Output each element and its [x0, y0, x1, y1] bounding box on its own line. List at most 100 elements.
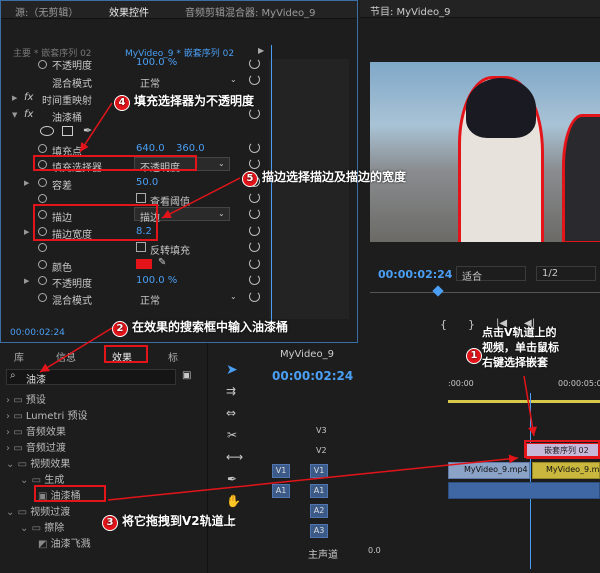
mark-in-icon[interactable]: { — [440, 318, 447, 331]
a3-target-button[interactable]: A3 — [310, 524, 328, 538]
a1-source-button[interactable]: A1 — [272, 484, 290, 498]
program-playhead[interactable] — [432, 285, 444, 297]
rect-mask-icon[interactable] — [62, 126, 73, 136]
expand-icon[interactable]: ▶ — [12, 94, 17, 102]
tab-markers[interactable]: 标 — [168, 349, 178, 364]
ratio-value: 1/2 — [542, 268, 559, 279]
new-bin-icon[interactable]: ▣ — [182, 370, 191, 381]
highlight-box-stroke — [33, 204, 158, 241]
v1-target-button[interactable]: V1 — [310, 464, 328, 478]
stopwatch-icon[interactable] — [38, 178, 47, 187]
ripple-edit-icon[interactable]: ⇔ — [226, 406, 236, 420]
prop-value[interactable]: 100.0 % — [136, 57, 177, 68]
chevron-down-icon[interactable]: ⌄ — [218, 159, 225, 168]
fill-y-value[interactable]: 360.0 — [176, 143, 205, 154]
collapse-icon[interactable]: ▼ — [12, 111, 17, 119]
master-track-value[interactable]: 0.0 — [368, 546, 381, 555]
track-label: V3 — [316, 426, 327, 435]
reset-icon[interactable] — [249, 74, 260, 85]
ruler-start: :00:00 — [448, 379, 474, 388]
color-swatch[interactable] — [136, 259, 152, 269]
reset-icon[interactable] — [249, 274, 260, 285]
tab-audio-mixer[interactable]: 音频剪辑混合器: MyVideo_9 — [185, 4, 315, 19]
program-scrubber[interactable] — [370, 292, 600, 293]
effects-search-input[interactable]: 油漆 — [26, 371, 46, 386]
stopwatch-icon[interactable] — [38, 293, 47, 302]
timeline-playhead[interactable] — [530, 393, 531, 569]
tab-program[interactable]: 节目: MyVideo_9 — [370, 3, 450, 18]
tree-item[interactable]: ⌄ ▭ 生成 — [20, 471, 64, 486]
chevron-down-icon[interactable]: ⌄ — [230, 292, 237, 301]
prop-value[interactable]: 50.0 — [136, 177, 158, 188]
expand-icon[interactable]: ▶ — [24, 277, 29, 285]
tree-item[interactable]: ◩ 油漆飞溅 — [38, 535, 91, 550]
transition-icon: ◩ — [38, 539, 48, 550]
a2-target-button[interactable]: A2 — [310, 504, 328, 518]
stopwatch-icon[interactable] — [38, 243, 47, 252]
video-frame — [370, 62, 600, 242]
tree-item[interactable]: ⌄ ▭ 擦除 — [20, 519, 64, 534]
reset-icon[interactable] — [249, 225, 260, 236]
stopwatch-icon[interactable] — [38, 144, 47, 153]
expand-icon[interactable]: ▶ — [24, 228, 29, 236]
tree-item[interactable]: › ▭ 音频效果 — [6, 423, 66, 438]
eyedropper-icon[interactable]: ✎ — [158, 257, 166, 268]
master-track-label: 主声道 — [308, 550, 338, 561]
reset-icon[interactable] — [249, 58, 260, 69]
v1-clip-a-label: MyVideo_9.mp4 — [464, 465, 528, 474]
expand-icon[interactable]: ▶ — [24, 179, 29, 187]
prop-value[interactable]: 正常 — [140, 292, 160, 307]
stopwatch-icon[interactable] — [38, 260, 47, 269]
slip-icon[interactable]: ⟷ — [226, 450, 243, 464]
ellipse-mask-icon[interactable] — [40, 126, 54, 136]
reset-icon[interactable] — [249, 192, 260, 203]
tree-item[interactable]: ⌄ ▭ 视频过渡 — [6, 503, 70, 518]
reset-icon[interactable] — [249, 291, 260, 302]
ec-timeline-area — [269, 59, 349, 319]
track-select-icon[interactable]: ⇉ — [226, 384, 236, 398]
timeline-panel: MyVideo_9 00:00:02:24 :00:00 00:00:05:00… — [258, 343, 600, 573]
row-blend: 混合模式 正常 ⌄ — [0, 72, 268, 90]
reset-icon[interactable] — [249, 142, 260, 153]
row-tolerance: ▶ 容差 50.0 — [0, 174, 268, 192]
chevron-down-icon[interactable]: ⌄ — [230, 75, 237, 84]
stopwatch-icon[interactable] — [38, 194, 47, 203]
search-icon: ⌕ — [10, 370, 16, 381]
fill-x-value[interactable]: 640.0 — [136, 143, 165, 154]
pen-icon[interactable]: ✒ — [83, 124, 92, 137]
stopwatch-icon[interactable] — [38, 276, 47, 285]
folder-icon: ▭ — [13, 395, 23, 406]
play-icon[interactable]: ▶ — [258, 46, 264, 55]
row-color: 颜色 ✎ — [0, 256, 268, 274]
v1-source-button[interactable]: V1 — [272, 464, 290, 478]
reset-icon[interactable] — [249, 241, 260, 252]
paint-bucket-label: 油漆桶 — [52, 113, 82, 124]
program-header: 节目: MyVideo_9 — [360, 0, 600, 18]
reset-icon[interactable] — [249, 208, 260, 219]
a1-target-button[interactable]: A1 — [310, 484, 328, 498]
hand-tool-icon[interactable]: ✋ — [226, 494, 241, 508]
prop-label: 反转填充 — [150, 246, 190, 257]
chevron-down-icon[interactable]: ⌄ — [218, 209, 225, 218]
stopwatch-icon[interactable] — [38, 60, 47, 69]
a1-clip[interactable] — [448, 482, 600, 499]
tab-info[interactable]: 信息 — [56, 349, 76, 364]
razor-icon[interactable]: ✂ — [227, 428, 237, 442]
checkbox[interactable] — [136, 242, 146, 252]
prop-value[interactable]: 正常 — [140, 75, 160, 90]
tree-item[interactable]: › ▭ Lumetri 预设 — [6, 407, 87, 422]
tab-effect-controls[interactable]: 效果控件 — [109, 4, 149, 19]
tab-source[interactable]: 源:（无剪辑） — [15, 4, 78, 19]
tree-item[interactable]: › ▭ 音频过渡 — [6, 439, 66, 454]
tree-item[interactable]: ⌄ ▭ 视频效果 — [6, 455, 70, 470]
tab-library[interactable]: 库 — [14, 349, 24, 364]
pen-tool-icon[interactable]: ✒ — [227, 472, 237, 486]
tree-item[interactable]: › ▭ 预设 — [6, 391, 46, 406]
annotation-step-4: 4 填充选择器为不透明度 — [114, 92, 254, 111]
reset-icon[interactable] — [249, 258, 260, 269]
work-area-bar[interactable] — [448, 400, 600, 403]
prop-value[interactable]: 100.0 % — [136, 275, 177, 286]
selection-tool-icon[interactable]: ➤ — [226, 362, 238, 378]
timeline-tab[interactable]: MyVideo_9 — [280, 349, 334, 360]
checkbox[interactable] — [136, 193, 146, 203]
